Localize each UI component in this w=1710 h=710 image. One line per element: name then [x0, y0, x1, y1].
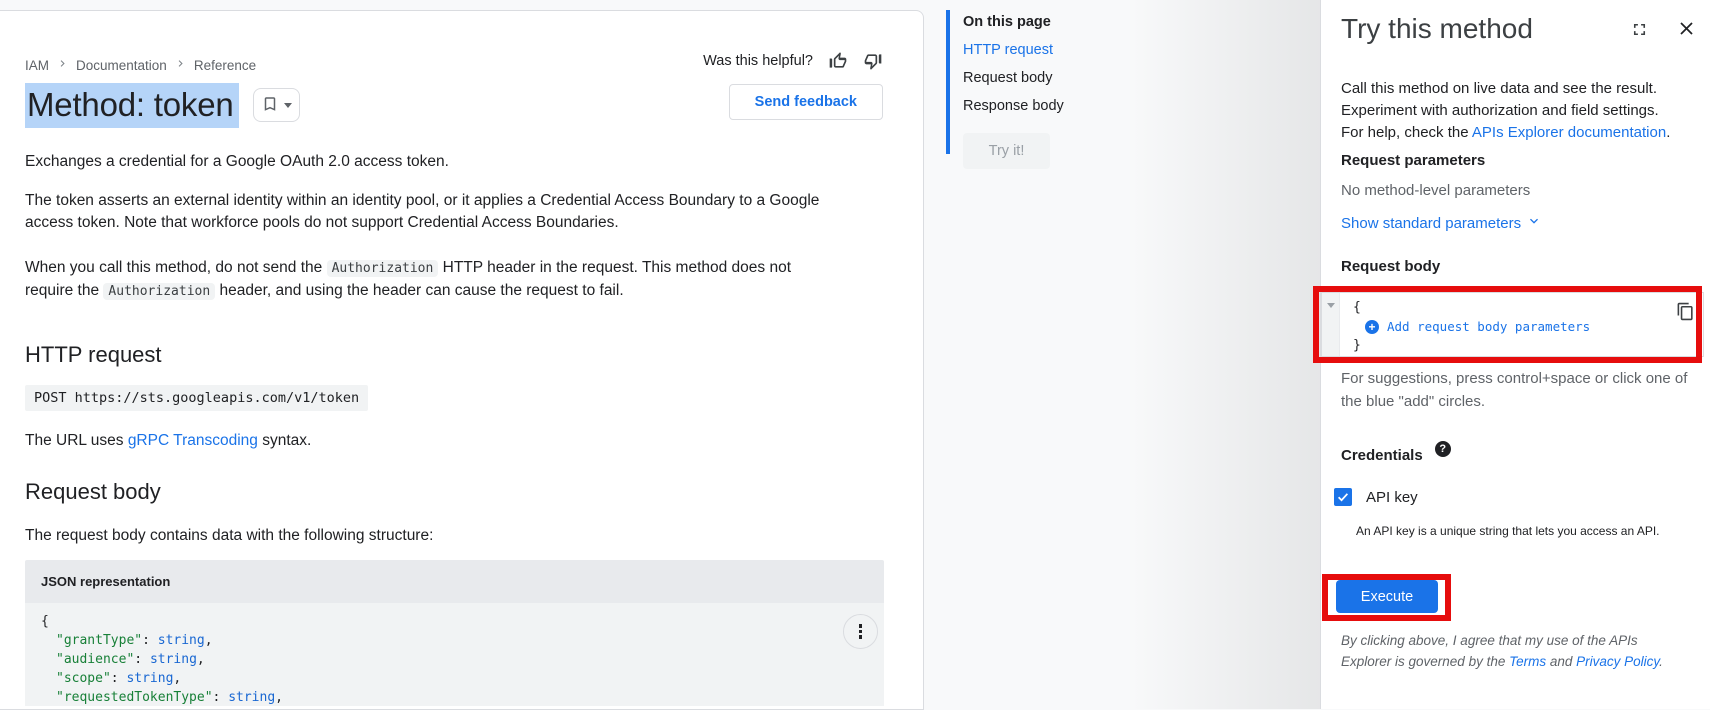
http-request-code: POST https://sts.googleapis.com/v1/token — [25, 385, 368, 411]
add-request-body-parameters[interactable]: + Add request body parameters — [1353, 317, 1590, 336]
paragraph-text: and — [1546, 654, 1576, 669]
bookmark-button[interactable] — [253, 88, 300, 122]
paragraph-text: When you call this method, do not send t… — [25, 259, 327, 276]
feedback-question: Was this helpful? — [703, 53, 813, 69]
add-circle-icon[interactable]: + — [1365, 320, 1379, 334]
more-options-button[interactable] — [843, 614, 878, 649]
intro-paragraph-3: When you call this method, do not send t… — [25, 257, 830, 303]
editor-close-brace: } — [1353, 336, 1590, 355]
show-standard-parameters-label: Show standard parameters — [1341, 215, 1521, 232]
paragraph-text: syntax. — [258, 432, 311, 449]
selected-title-text: Method: token — [25, 83, 239, 128]
authorization-code-chip: Authorization — [103, 283, 215, 300]
close-panel-button[interactable] — [1676, 18, 1697, 42]
paragraph-text: header, and using the header can cause t… — [215, 282, 623, 299]
chevron-down-icon — [1526, 213, 1542, 233]
json-representation-table: JSON representation { "grantType": strin… — [25, 560, 884, 706]
intro-paragraph-2: The token asserts an external identity w… — [25, 190, 830, 234]
suggestions-hint: For suggestions, press control+space or … — [1341, 367, 1689, 413]
panel-title: Try this method — [1341, 13, 1630, 45]
try-this-method-panel: Try this method Call this method on live… — [1320, 0, 1710, 709]
api-key-description: An API key is a unique string that lets … — [1356, 524, 1660, 538]
help-icon[interactable]: ? — [1435, 441, 1451, 457]
fullscreen-button[interactable] — [1630, 20, 1649, 42]
toc-link-http-request[interactable]: HTTP request — [963, 42, 1186, 58]
toc-accent-bar — [946, 10, 950, 154]
thumb-up-icon[interactable] — [828, 51, 848, 71]
credentials-heading: Credentials — [1341, 447, 1423, 464]
json-code-block: { "grantType": string, "audience": strin… — [25, 603, 884, 706]
send-feedback-button[interactable]: Send feedback — [729, 84, 883, 120]
request-body-heading: Request body — [25, 479, 883, 505]
privacy-policy-link[interactable]: Privacy Policy — [1576, 654, 1659, 669]
api-key-checkbox[interactable] — [1334, 488, 1352, 506]
apis-explorer-docs-link[interactable]: APIs Explorer documentation — [1472, 124, 1666, 141]
request-parameters-heading: Request parameters — [1341, 152, 1485, 169]
toc-link-request-body[interactable]: Request body — [963, 70, 1186, 86]
main-content-card: IAM Documentation Reference Method: toke… — [0, 10, 924, 710]
json-line: "grantType": string, — [41, 631, 868, 650]
paragraph-text: The URL uses — [25, 432, 128, 449]
paragraph-text: . — [1666, 124, 1670, 141]
try-it-button[interactable]: Try it! — [963, 133, 1050, 169]
json-line: "requestedTokenType": string, — [41, 688, 868, 706]
show-standard-parameters-link[interactable]: Show standard parameters — [1341, 213, 1542, 233]
request-body-editor[interactable]: { + Add request body parameters } — [1321, 292, 1704, 357]
add-parameters-label: Add request body parameters — [1387, 317, 1590, 336]
json-open-brace: { — [41, 612, 868, 631]
toc-title: On this page — [963, 14, 1186, 30]
panel-request-body-heading: Request body — [1341, 258, 1440, 275]
caret-down-icon — [284, 103, 292, 108]
chevron-right-icon — [56, 57, 69, 73]
editor-open-brace: { — [1353, 298, 1590, 317]
terms-link[interactable]: Terms — [1509, 654, 1546, 669]
on-this-page-nav: On this page HTTP request Request body R… — [946, 8, 1186, 169]
json-line: "scope": string, — [41, 669, 868, 688]
breadcrumb-reference[interactable]: Reference — [194, 58, 256, 73]
editor-gutter — [1322, 293, 1340, 356]
toc-link-response-body[interactable]: Response body — [963, 98, 1186, 114]
more-vert-icon — [859, 624, 863, 628]
thumb-down-icon[interactable] — [863, 51, 883, 71]
json-table-header: JSON representation — [25, 560, 884, 603]
copy-button[interactable] — [1676, 302, 1695, 324]
authorization-code-chip: Authorization — [327, 260, 439, 277]
api-key-row: API key — [1334, 488, 1418, 506]
panel-description: Call this method on live data and see th… — [1341, 78, 1675, 144]
url-note: The URL uses gRPC Transcoding syntax. — [25, 432, 883, 450]
paragraph-text: . — [1659, 654, 1663, 669]
fullscreen-icon — [1630, 20, 1649, 42]
collapse-triangle-icon[interactable] — [1327, 303, 1335, 308]
bookmark-icon — [261, 95, 279, 116]
grpc-transcoding-link[interactable]: gRPC Transcoding — [128, 432, 258, 449]
breadcrumb-iam[interactable]: IAM — [25, 58, 49, 73]
chevron-right-icon — [174, 57, 187, 73]
intro-paragraph-1: Exchanges a credential for a Google OAut… — [25, 151, 830, 173]
close-icon — [1676, 18, 1697, 42]
page-title: Method: token — [25, 86, 239, 124]
copy-icon — [1676, 302, 1695, 324]
http-request-heading: HTTP request — [25, 342, 883, 368]
api-key-label: API key — [1366, 489, 1418, 506]
execute-button[interactable]: Execute — [1336, 580, 1438, 613]
breadcrumb-documentation[interactable]: Documentation — [76, 58, 167, 73]
legal-text: By clicking above, I agree that my use o… — [1341, 630, 1681, 672]
feedback-widget: Was this helpful? Send feedback — [703, 51, 883, 120]
no-parameters-text: No method-level parameters — [1341, 182, 1530, 199]
credentials-section: Credentials ? — [1341, 447, 1451, 464]
json-line: "audience": string, — [41, 650, 868, 669]
request-body-description: The request body contains data with the … — [25, 525, 830, 547]
